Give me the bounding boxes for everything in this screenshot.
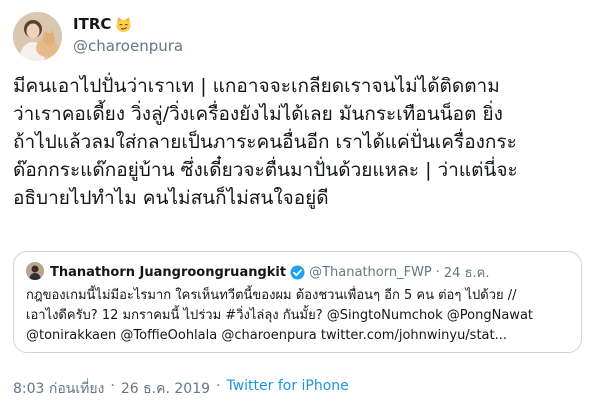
tweet-card: ITRC @charoenpura มีคนเอาไปปั่นว่าเราเท … bbox=[0, 0, 594, 409]
author-display-name[interactable]: ITRC bbox=[73, 15, 111, 33]
author-avatar[interactable] bbox=[13, 12, 62, 61]
footer-separator: · bbox=[110, 378, 115, 394]
quoted-tweet[interactable]: Thanathorn Juangroongruangkit @Thanathor… bbox=[13, 251, 582, 353]
quoted-separator: · bbox=[435, 265, 440, 280]
quoted-text: กฎของเกมนี้ไม่มีอะไรมาก ใครเห็นทวีตนี้ขอ… bbox=[26, 288, 534, 343]
quoted-header: Thanathorn Juangroongruangkit @Thanathor… bbox=[50, 262, 489, 283]
tweet-time[interactable]: 8:03 ก่อนเที่ยง bbox=[13, 378, 104, 400]
quoted-author-handle: @Thanathorn_FWP bbox=[309, 265, 432, 280]
tweet-footer: 8:03 ก่อนเที่ยง · 26 ธ.ค. 2019 · Twitter… bbox=[13, 378, 349, 400]
quoted-author-name: Thanathorn Juangroongruangkit bbox=[50, 265, 287, 280]
quoted-author-avatar bbox=[26, 262, 44, 280]
tweet-text: มีคนเอาไปปั่นว่าเราเท | แกอาจจะเกลียดเรา… bbox=[13, 75, 518, 209]
tweet-source-link[interactable]: Twitter for iPhone bbox=[226, 378, 348, 400]
author-name-row[interactable]: ITRC bbox=[73, 15, 132, 33]
footer-separator: · bbox=[216, 378, 221, 394]
smirking-cat-emoji-icon bbox=[115, 16, 132, 33]
tweet-date[interactable]: 26 ธ.ค. 2019 bbox=[121, 378, 210, 400]
author-handle[interactable]: @charoenpura bbox=[73, 37, 183, 55]
quoted-date: 24 ธ.ค. bbox=[443, 266, 490, 281]
verified-badge-icon bbox=[290, 265, 305, 280]
